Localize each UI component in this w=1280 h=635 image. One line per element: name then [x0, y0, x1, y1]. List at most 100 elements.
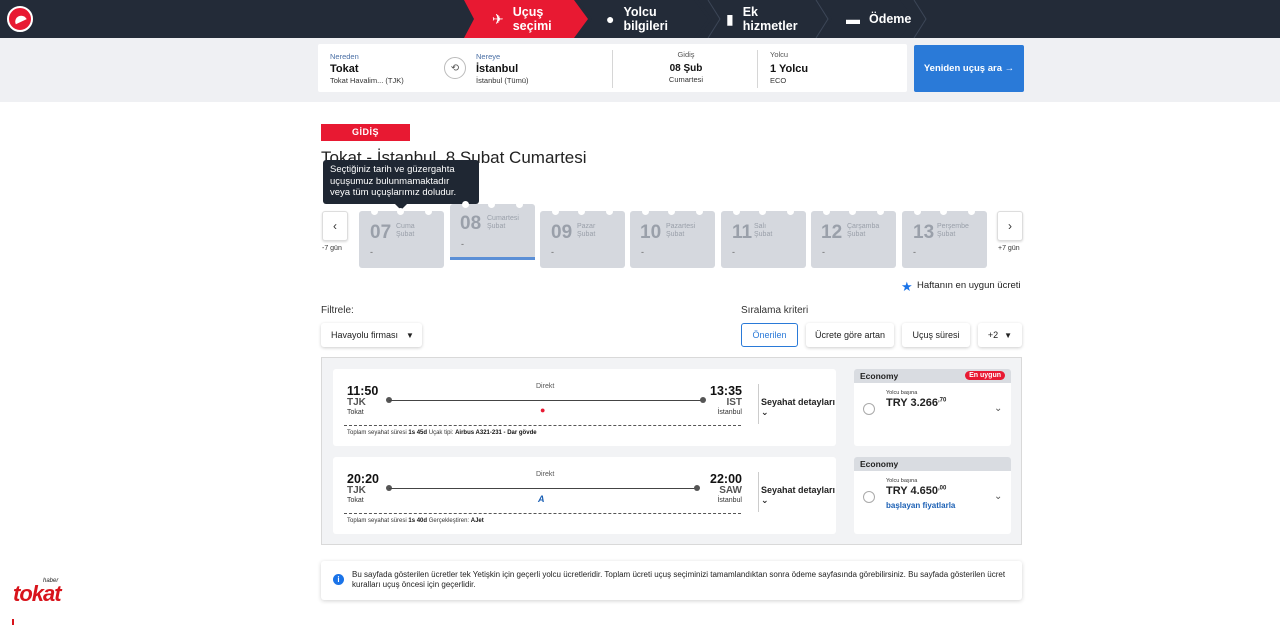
destination-airport: İstanbul (Tümü) [476, 76, 529, 85]
flight-card[interactable]: 20:20 TJK Tokat Direkt A 22:00 SAW İstan… [333, 457, 836, 534]
origin-field[interactable]: Nereden Tokat Tokat Havalim... (TJK) [330, 52, 404, 85]
step-separators [707, 0, 927, 38]
date-day: 10 [640, 222, 662, 243]
fare-option[interactable]: Economy En uygun Yolcu başına TRY 3.266,… [854, 369, 1011, 446]
route-end-dot [694, 485, 700, 491]
sort-duration-button[interactable]: Uçuş süresi [902, 323, 970, 347]
aircraft: Airbus A321-231 - Dar gövde [455, 430, 537, 436]
airline-filter-dropdown[interactable]: Havayolu firması ▼ [321, 323, 422, 347]
caret-down-icon: ▼ [1004, 330, 1013, 340]
best-price-badge: En uygun [965, 371, 1005, 380]
departure-time: 11:50 [347, 384, 379, 398]
flight-type: Direkt [536, 471, 555, 478]
flight-info: Toplam seyahat süresi 1s 45d Uçak tipi: … [347, 430, 537, 436]
swap-route-icon[interactable]: ⟲ [444, 57, 466, 79]
date-weekday: Cumartesi Şubat [487, 215, 519, 230]
destination-label: Nereye [476, 52, 501, 61]
departure-tag: GİDİŞ [321, 124, 410, 141]
fare-radio[interactable] [863, 491, 875, 503]
date-weekday: Cumartesi [668, 75, 704, 84]
departure-code: TJK [347, 485, 366, 496]
sort-more-button[interactable]: +2 ▼ [978, 323, 1022, 347]
date-label: Gidiş [677, 50, 695, 59]
chevron-down-icon: ⌄ [761, 407, 769, 417]
date-price: - [370, 247, 373, 257]
date-price: - [732, 247, 735, 257]
route-end-dot [700, 397, 706, 403]
date-price: - [461, 239, 464, 249]
person-icon: ● [606, 11, 615, 27]
date-price: - [913, 247, 916, 257]
date-card-selected[interactable]: 08 Cumartesi Şubat - [450, 201, 535, 259]
cheapest-week-note: Haftanın en uygun ücreti [917, 280, 1021, 291]
date-card[interactable]: 07 Cuma Şubat - [359, 208, 444, 268]
date-card[interactable]: 11 Salı Şubat - [721, 208, 806, 268]
arrival-code: SAW [719, 485, 742, 496]
airline-filter-label: Havayolu firması [331, 330, 399, 340]
date-day: 09 [551, 222, 573, 243]
operator: AJet [470, 518, 484, 524]
watermark-logo: haber tokat [7, 567, 73, 627]
chevron-down-icon: ⌄ [761, 495, 769, 505]
passenger-field[interactable]: Yolcu 1 Yolcu ECO [770, 50, 808, 85]
arrival-code: IST [726, 397, 742, 408]
fare-price: TRY 4.650,00 [886, 485, 947, 497]
divider [344, 513, 741, 514]
step-flight-selection[interactable]: ✈ Uçuş seçimi [464, 0, 588, 38]
next-week-button[interactable]: › [997, 211, 1023, 241]
origin-label: Nereden [330, 52, 359, 61]
chevron-down-icon[interactable]: ⌄ [994, 403, 1002, 414]
departure-code: TJK [347, 397, 366, 408]
departure-city: Tokat [347, 497, 364, 504]
fare-option[interactable]: Economy Yolcu başına TRY 4.650,00 başlay… [854, 457, 1011, 534]
airline-logo-icon[interactable] [7, 6, 33, 32]
star-icon: ★ [901, 279, 913, 294]
caret-down-icon: ▼ [406, 330, 414, 340]
date-card[interactable]: 10 Pazartesi Şubat - [630, 208, 715, 268]
fare-radio[interactable] [863, 403, 875, 415]
departure-city: Tokat [347, 409, 364, 416]
travel-details-link[interactable]: Seyahat detayları ⌄ [761, 397, 836, 418]
origin-airport: Tokat Havalim... (TJK) [330, 76, 404, 85]
date-card[interactable]: 12 Çarşamba Şubat - [811, 208, 896, 268]
step-passenger-info[interactable]: ● Yolcu bilgileri [578, 0, 708, 38]
prev-week-button[interactable]: ‹ [322, 211, 348, 241]
date-card[interactable]: 09 Pazar Şubat - [540, 208, 625, 268]
flight-card[interactable]: 11:50 TJK Tokat Direkt ● 13:35 IST İstan… [333, 369, 836, 446]
date-price: - [551, 247, 554, 257]
fare-class: Economy [854, 457, 1011, 471]
info-icon: i [333, 574, 344, 585]
sort-price-button[interactable]: Ücrete göre artan [806, 323, 894, 347]
route-line [389, 400, 703, 401]
destination-city: İstanbul [476, 63, 519, 75]
passenger-value: 1 Yolcu [770, 63, 809, 75]
starting-from-note: başlayan fiyatlarla [886, 501, 956, 510]
destination-field[interactable]: Nereye İstanbul İstanbul (Tümü) [476, 52, 529, 85]
thy-logo-icon: ● [540, 405, 546, 415]
date-card[interactable]: 13 Perşembe Şubat - [902, 208, 987, 268]
search-again-button[interactable]: Yeniden uçuş ara → [914, 45, 1024, 92]
ajet-logo-icon: A [538, 494, 545, 504]
no-flight-tooltip: Seçtiğiniz tarih ve güzergahta uçuşumuz … [323, 160, 479, 210]
divider [757, 50, 758, 88]
cabin-class: ECO [770, 76, 787, 85]
travel-details-link[interactable]: Seyahat detayları ⌄ [761, 485, 836, 506]
date-price: - [641, 247, 644, 257]
next-week-label: +7 gün [998, 245, 1020, 252]
fare-price: TRY 3.266,70 [886, 397, 947, 409]
arrival-time: 13:35 [710, 384, 742, 398]
date-price: - [822, 247, 825, 257]
chevron-down-icon[interactable]: ⌄ [994, 491, 1002, 502]
sort-recommended-button[interactable]: Önerilen [741, 323, 798, 347]
date-weekday: Cuma Şubat [396, 223, 415, 238]
date-day: 12 [821, 222, 843, 243]
passenger-label: Yolcu [770, 50, 789, 59]
date-field[interactable]: Gidiş 08 Şub Cumartesi [640, 50, 732, 84]
notice-text: Bu sayfada gösterilen ücretler tek Yetiş… [352, 570, 1006, 589]
date-day: 08 [460, 213, 482, 234]
watermark-big: tokat [13, 581, 62, 606]
flight-results: 11:50 TJK Tokat Direkt ● 13:35 IST İstan… [321, 357, 1022, 545]
divider [612, 50, 613, 88]
per-passenger-label: Yolcu başına [886, 478, 918, 484]
chevron-right-icon: › [1008, 219, 1012, 233]
